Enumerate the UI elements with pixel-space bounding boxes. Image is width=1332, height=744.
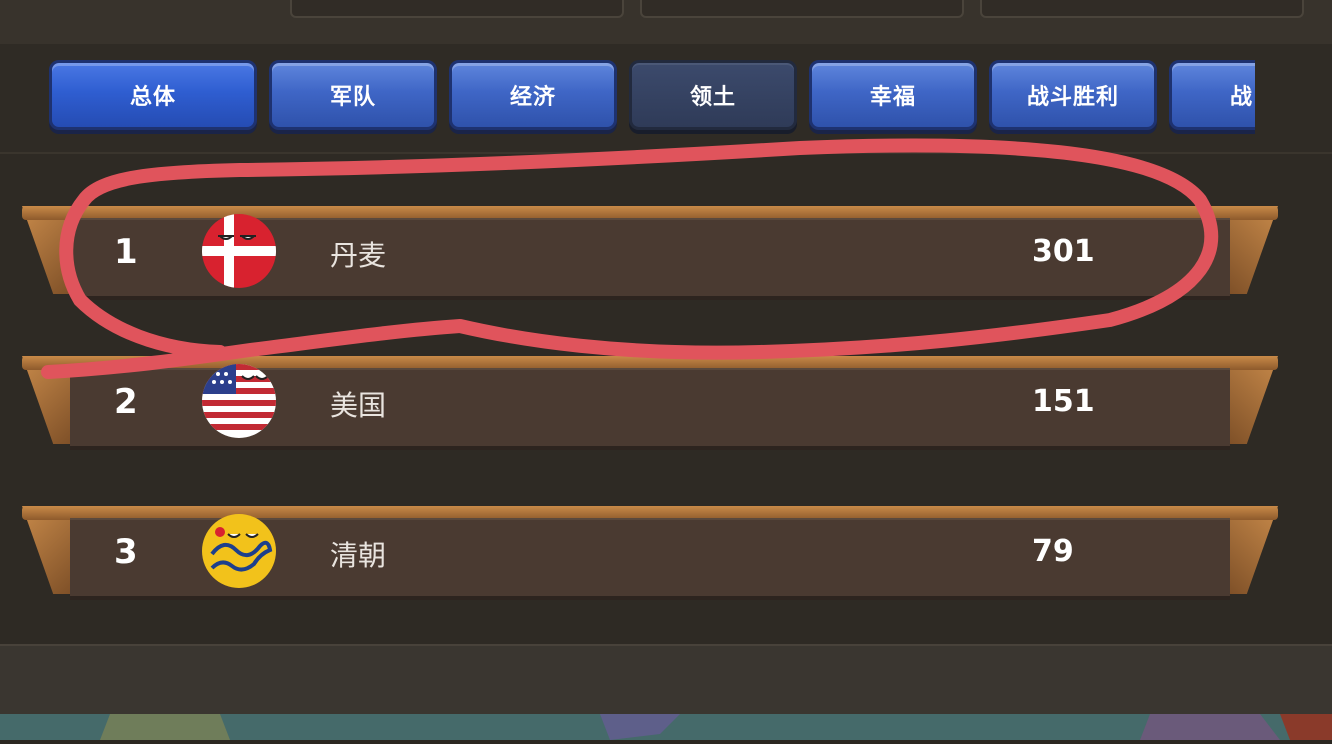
top-cell	[980, 0, 1304, 18]
denmark-flag-icon	[202, 214, 276, 288]
score-value: 79	[1032, 534, 1074, 569]
ranking-row-1[interactable]: 1 丹麦 301	[22, 206, 1278, 300]
tab-happiness[interactable]: 幸福	[809, 60, 977, 130]
usa-flag-icon	[202, 364, 276, 438]
tab-battle-partial[interactable]: 战	[1169, 60, 1255, 130]
country-name: 清朝	[330, 539, 387, 572]
bottom-bar	[0, 644, 1332, 716]
tab-territory[interactable]: 领土	[629, 60, 797, 130]
score-value: 151	[1032, 384, 1095, 419]
rank-number: 2	[114, 382, 138, 422]
rank-number: 3	[114, 532, 138, 572]
qing-flag-icon	[202, 514, 276, 588]
tabs-container[interactable]: 总体 军队 经济 领土 幸福 战斗胜利 战	[47, 58, 1255, 136]
top-cell	[640, 0, 964, 18]
top-cell	[290, 0, 624, 18]
score-value: 301	[1032, 234, 1095, 269]
tab-economy[interactable]: 经济	[449, 60, 617, 130]
tab-battle-victories[interactable]: 战斗胜利	[989, 60, 1157, 130]
rank-number: 1	[114, 232, 138, 272]
map-background	[0, 714, 1332, 740]
top-strip	[0, 0, 1332, 44]
ranking-row-2[interactable]: 2 美国 151	[22, 356, 1278, 450]
country-name: 丹麦	[330, 239, 387, 272]
tab-overall[interactable]: 总体	[49, 60, 257, 130]
country-name: 美国	[330, 389, 387, 422]
ranking-row-3[interactable]: 3 清朝 79	[22, 506, 1278, 600]
tab-military[interactable]: 军队	[269, 60, 437, 130]
